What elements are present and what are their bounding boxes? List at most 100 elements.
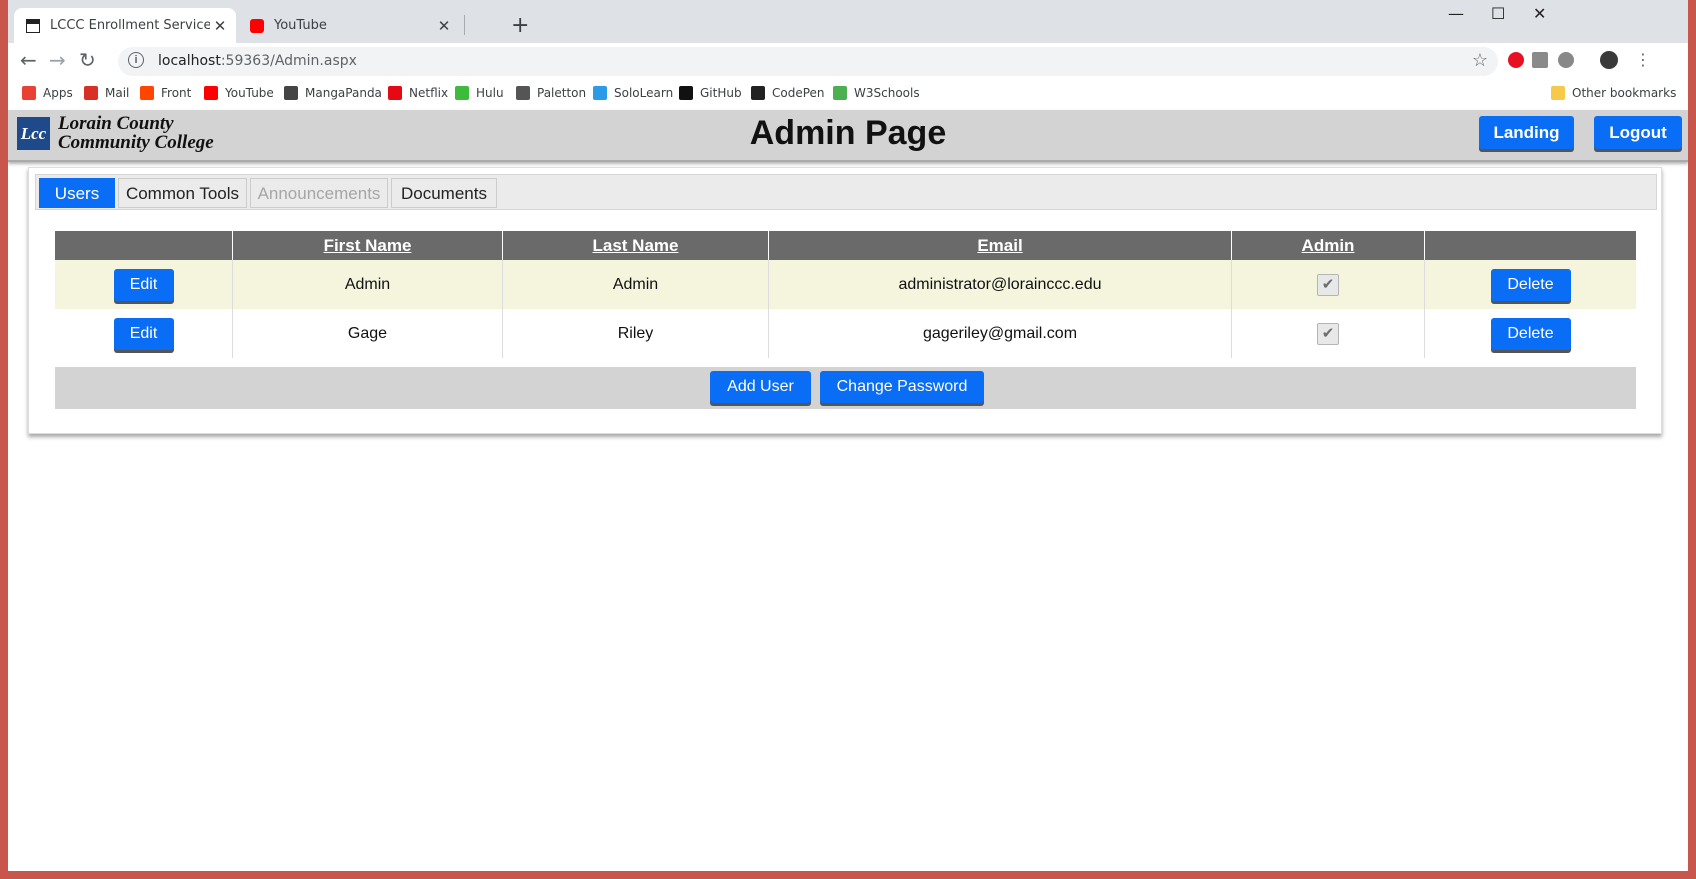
- admin-cell: ✔: [1231, 309, 1425, 358]
- bookmark-apps[interactable]: Apps: [22, 86, 73, 100]
- opera-extension-icon[interactable]: [1508, 52, 1524, 68]
- bookmark-github[interactable]: GitHub: [679, 86, 742, 100]
- codepen-icon: [751, 86, 765, 100]
- bookmark-label: SoloLearn: [614, 86, 674, 100]
- email-cell: gageriley@gmail.com: [768, 309, 1232, 358]
- profile-avatar[interactable]: [1600, 51, 1618, 69]
- browser-window: LCCC Enrollment Services Admin ✕ YouTube…: [8, 0, 1688, 871]
- bookmark-netflix[interactable]: Netflix: [388, 86, 448, 100]
- github-icon: [679, 86, 693, 100]
- reddit-icon: [140, 86, 154, 100]
- add-user-button[interactable]: Add User: [710, 371, 811, 403]
- close-window-button[interactable]: ✕: [1533, 4, 1546, 23]
- bookmark-w3schools[interactable]: W3Schools: [833, 86, 920, 100]
- bookmark-label: CodePen: [772, 86, 825, 100]
- bookmark-paletton[interactable]: Paletton: [516, 86, 586, 100]
- bookmark-label: Paletton: [537, 86, 587, 100]
- tab-divider: [464, 15, 465, 35]
- column-header-last-name[interactable]: Last Name: [502, 231, 769, 260]
- menu-kebab-icon[interactable]: ⋮: [1635, 50, 1651, 69]
- page-tabs: Users Common Tools Announcements Documen…: [35, 174, 1657, 210]
- close-tab-icon[interactable]: ✕: [434, 17, 454, 35]
- logout-button[interactable]: Logout: [1594, 116, 1682, 149]
- tab-strip: LCCC Enrollment Services Admin ✕ YouTube…: [8, 0, 1688, 43]
- first-name-cell: Admin: [232, 260, 503, 309]
- folder-icon: [1551, 86, 1565, 100]
- new-tab-button[interactable]: +: [511, 13, 529, 38]
- url-text[interactable]: localhost:59363/Admin.aspx: [158, 53, 357, 69]
- last-name-cell: Riley: [502, 309, 769, 358]
- first-name-cell: Gage: [232, 309, 503, 358]
- site-info-icon[interactable]: i: [128, 52, 144, 68]
- forward-button[interactable]: →: [49, 48, 66, 72]
- address-bar[interactable]: i localhost:59363/Admin.aspx ☆: [118, 47, 1498, 76]
- bookmark-label: Apps: [43, 86, 73, 100]
- extension-icon[interactable]: [1558, 52, 1574, 68]
- bookmark-label: GitHub: [700, 86, 742, 100]
- table-row: Edit Gage Riley gageriley@gmail.com ✔ De…: [55, 309, 1636, 358]
- last-name-cell: Admin: [502, 260, 769, 309]
- youtube-icon: [250, 18, 264, 33]
- tab-announcements: Announcements: [250, 178, 388, 208]
- bookmark-hulu[interactable]: Hulu: [455, 86, 504, 100]
- url-host: localhost: [158, 53, 221, 69]
- close-tab-icon[interactable]: ✕: [210, 17, 230, 35]
- paletton-icon: [516, 86, 530, 100]
- other-bookmarks[interactable]: Other bookmarks: [1551, 86, 1676, 100]
- column-header-edit: [55, 231, 233, 260]
- column-header-first-name[interactable]: First Name: [232, 231, 503, 260]
- edit-cell: Edit: [55, 260, 233, 309]
- tab-users[interactable]: Users: [39, 178, 115, 208]
- delete-button[interactable]: Delete: [1490, 268, 1571, 301]
- minimize-button[interactable]: —: [1448, 4, 1464, 23]
- admin-cell: ✔: [1231, 260, 1425, 309]
- bookmark-front[interactable]: Front: [140, 86, 191, 100]
- w3schools-icon: [833, 86, 847, 100]
- admin-panel: Users Common Tools Announcements Documen…: [28, 167, 1662, 434]
- bookmark-mail[interactable]: Mail: [84, 86, 129, 100]
- bookmark-label: Mail: [105, 86, 130, 100]
- delete-cell: Delete: [1424, 309, 1636, 358]
- bookmark-label: Netflix: [409, 86, 449, 100]
- back-button[interactable]: ←: [20, 48, 37, 72]
- column-header-email[interactable]: Email: [768, 231, 1232, 260]
- edit-button[interactable]: Edit: [113, 317, 174, 350]
- bookmark-label: W3Schools: [854, 86, 920, 100]
- browser-tab-youtube[interactable]: YouTube ✕: [238, 8, 460, 43]
- column-header-admin[interactable]: Admin: [1231, 231, 1425, 260]
- tab-common-tools[interactable]: Common Tools: [118, 178, 247, 208]
- table-row: Edit Admin Admin administrator@lorainccc…: [55, 260, 1636, 309]
- bookmark-youtube[interactable]: YouTube: [204, 86, 274, 100]
- apps-grid-icon: [22, 86, 36, 100]
- bookmark-label: Hulu: [476, 86, 504, 100]
- change-password-button[interactable]: Change Password: [820, 371, 984, 403]
- bookmark-label: YouTube: [225, 86, 274, 100]
- sololearn-icon: [593, 86, 607, 100]
- admin-checkbox: ✔: [1317, 322, 1339, 345]
- address-toolbar: ← → ↻ i localhost:59363/Admin.aspx ☆ ⋮: [8, 43, 1688, 80]
- page-title: Admin Page: [749, 114, 947, 152]
- netflix-icon: [388, 86, 402, 100]
- other-bookmarks-label: Other bookmarks: [1572, 86, 1677, 100]
- browser-tab-title: YouTube: [274, 18, 327, 33]
- url-path: :59363/Admin.aspx: [220, 53, 357, 69]
- reload-button[interactable]: ↻: [79, 48, 96, 72]
- bookmarks-bar: Other bookmarks Apps Mail Front YouTube Mang…: [8, 80, 1688, 111]
- youtube-icon: [204, 86, 218, 100]
- hulu-icon: [455, 86, 469, 100]
- table-header-row: First Name Last Name Email Admin: [55, 231, 1636, 260]
- delete-button[interactable]: Delete: [1490, 317, 1571, 350]
- bookmark-mangapanda[interactable]: MangaPanda: [284, 86, 382, 100]
- landing-button[interactable]: Landing: [1479, 116, 1574, 149]
- tab-documents[interactable]: Documents: [391, 178, 497, 208]
- browser-tab-admin[interactable]: LCCC Enrollment Services Admin ✕: [14, 8, 236, 43]
- maximize-button[interactable]: ☐: [1491, 4, 1505, 23]
- bookmark-codepen[interactable]: CodePen: [751, 86, 825, 100]
- bookmark-star-icon[interactable]: ☆: [1472, 50, 1488, 71]
- bookmark-label: Front: [161, 86, 192, 100]
- edit-button[interactable]: Edit: [113, 268, 174, 301]
- column-header-delete: [1424, 231, 1636, 260]
- email-cell: administrator@lorainccc.edu: [768, 260, 1232, 309]
- bookmark-sololearn[interactable]: SoloLearn: [593, 86, 673, 100]
- cb-extension-icon[interactable]: [1532, 52, 1548, 68]
